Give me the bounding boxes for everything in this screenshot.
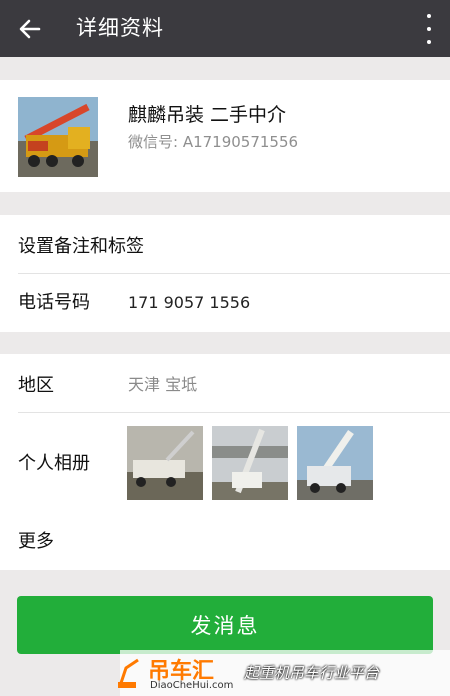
page-title: 详细资料 bbox=[76, 16, 164, 40]
contact-name: 麒麟吊装 二手中介 bbox=[128, 104, 287, 126]
album-photo[interactable] bbox=[127, 426, 203, 500]
divider bbox=[18, 273, 450, 274]
back-button[interactable] bbox=[14, 13, 46, 45]
album-label: 个人相册 bbox=[18, 453, 90, 474]
more-vertical-icon bbox=[427, 14, 431, 18]
phone-value[interactable]: 171 9057 1556 bbox=[128, 292, 250, 314]
phone-label: 电话号码 bbox=[18, 292, 90, 313]
crane-logo-icon bbox=[118, 658, 139, 688]
region-label: 地区 bbox=[18, 375, 54, 396]
watermark-slogan: 起重机吊车行业平台 bbox=[244, 664, 380, 682]
info-section-2: 地区 天津 宝坻 个人相册 更多 bbox=[0, 354, 450, 570]
more-row[interactable]: 更多 bbox=[18, 530, 54, 554]
profile-card: 麒麟吊装 二手中介 微信号: A17190571556 bbox=[0, 80, 450, 192]
send-message-button[interactable]: 发消息 bbox=[17, 596, 433, 654]
watermark: 吊车汇 DiaoCheHui.com 起重机吊车行业平台 bbox=[0, 650, 450, 696]
divider bbox=[18, 412, 450, 413]
arrow-left-icon bbox=[19, 19, 41, 39]
avatar[interactable] bbox=[18, 97, 98, 177]
wechat-id: 微信号: A17190571556 bbox=[128, 133, 299, 151]
remark-tags-row[interactable]: 设置备注和标签 bbox=[18, 235, 144, 259]
album-photo[interactable] bbox=[297, 426, 373, 500]
region-value: 天津 宝坻 bbox=[128, 375, 198, 394]
top-bar: 详细资料 bbox=[0, 0, 450, 57]
info-section-1: 设置备注和标签 电话号码 171 9057 1556 bbox=[0, 215, 450, 332]
album-photo[interactable] bbox=[212, 426, 288, 500]
more-menu-button[interactable] bbox=[422, 12, 436, 44]
watermark-url: DiaoCheHui.com bbox=[150, 680, 234, 691]
